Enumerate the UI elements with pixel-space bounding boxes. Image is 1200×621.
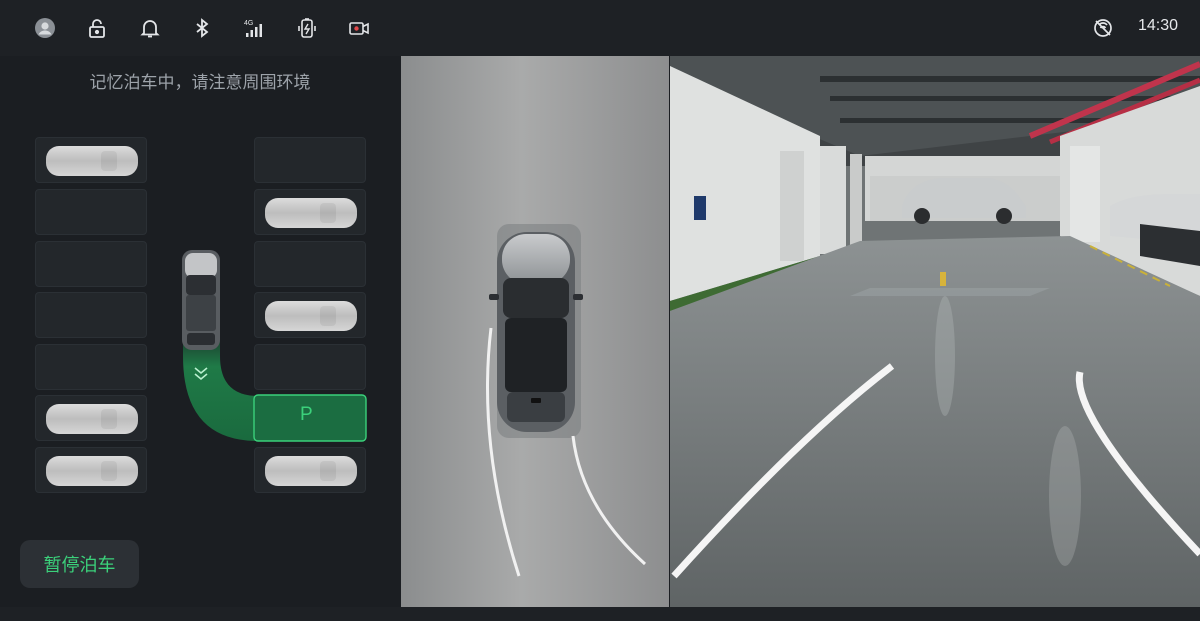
battery-icon [293, 14, 321, 42]
parking-slot [35, 189, 147, 235]
parking-slot [35, 447, 147, 493]
network-label: 4G [244, 20, 253, 27]
signal-4g-icon: 4G [240, 14, 268, 42]
parking-map-panel: 记忆泊车中，请注意周围环境 P 暂停泊车 [0, 56, 400, 607]
parked-car [265, 301, 357, 331]
parking-slot [35, 241, 147, 287]
parking-slot [35, 137, 147, 183]
parking-slot [35, 292, 147, 338]
parked-car [265, 456, 357, 486]
pause-parking-button[interactable]: 暂停泊车 [20, 540, 139, 588]
parking-slot [254, 137, 366, 183]
target-label: P [300, 404, 313, 425]
surround-view [401, 56, 669, 607]
parking-slot [35, 395, 147, 441]
parked-car [46, 404, 138, 434]
front-camera-view [670, 56, 1200, 607]
dashcam-icon[interactable] [345, 14, 373, 42]
parking-slot [35, 344, 147, 390]
parking-slot [254, 189, 366, 235]
parked-car [46, 146, 138, 176]
parked-car [46, 456, 138, 486]
bell-icon[interactable] [136, 14, 164, 42]
ego-car-topview [489, 232, 583, 432]
lock-icon[interactable] [83, 14, 111, 42]
ego-car-icon [182, 250, 220, 350]
parking-slot [254, 447, 366, 493]
no-signal-icon [1089, 14, 1117, 42]
status-bar: 4G 14:30 [0, 0, 1200, 56]
clock: 14:30 [1137, 17, 1178, 34]
avatar-icon[interactable] [31, 14, 59, 42]
parking-slot [254, 241, 366, 287]
parked-car [265, 198, 357, 228]
bottom-bar [0, 607, 1200, 621]
parking-slot [254, 344, 366, 390]
parking-slot [254, 292, 366, 338]
bluetooth-icon[interactable] [188, 14, 216, 42]
